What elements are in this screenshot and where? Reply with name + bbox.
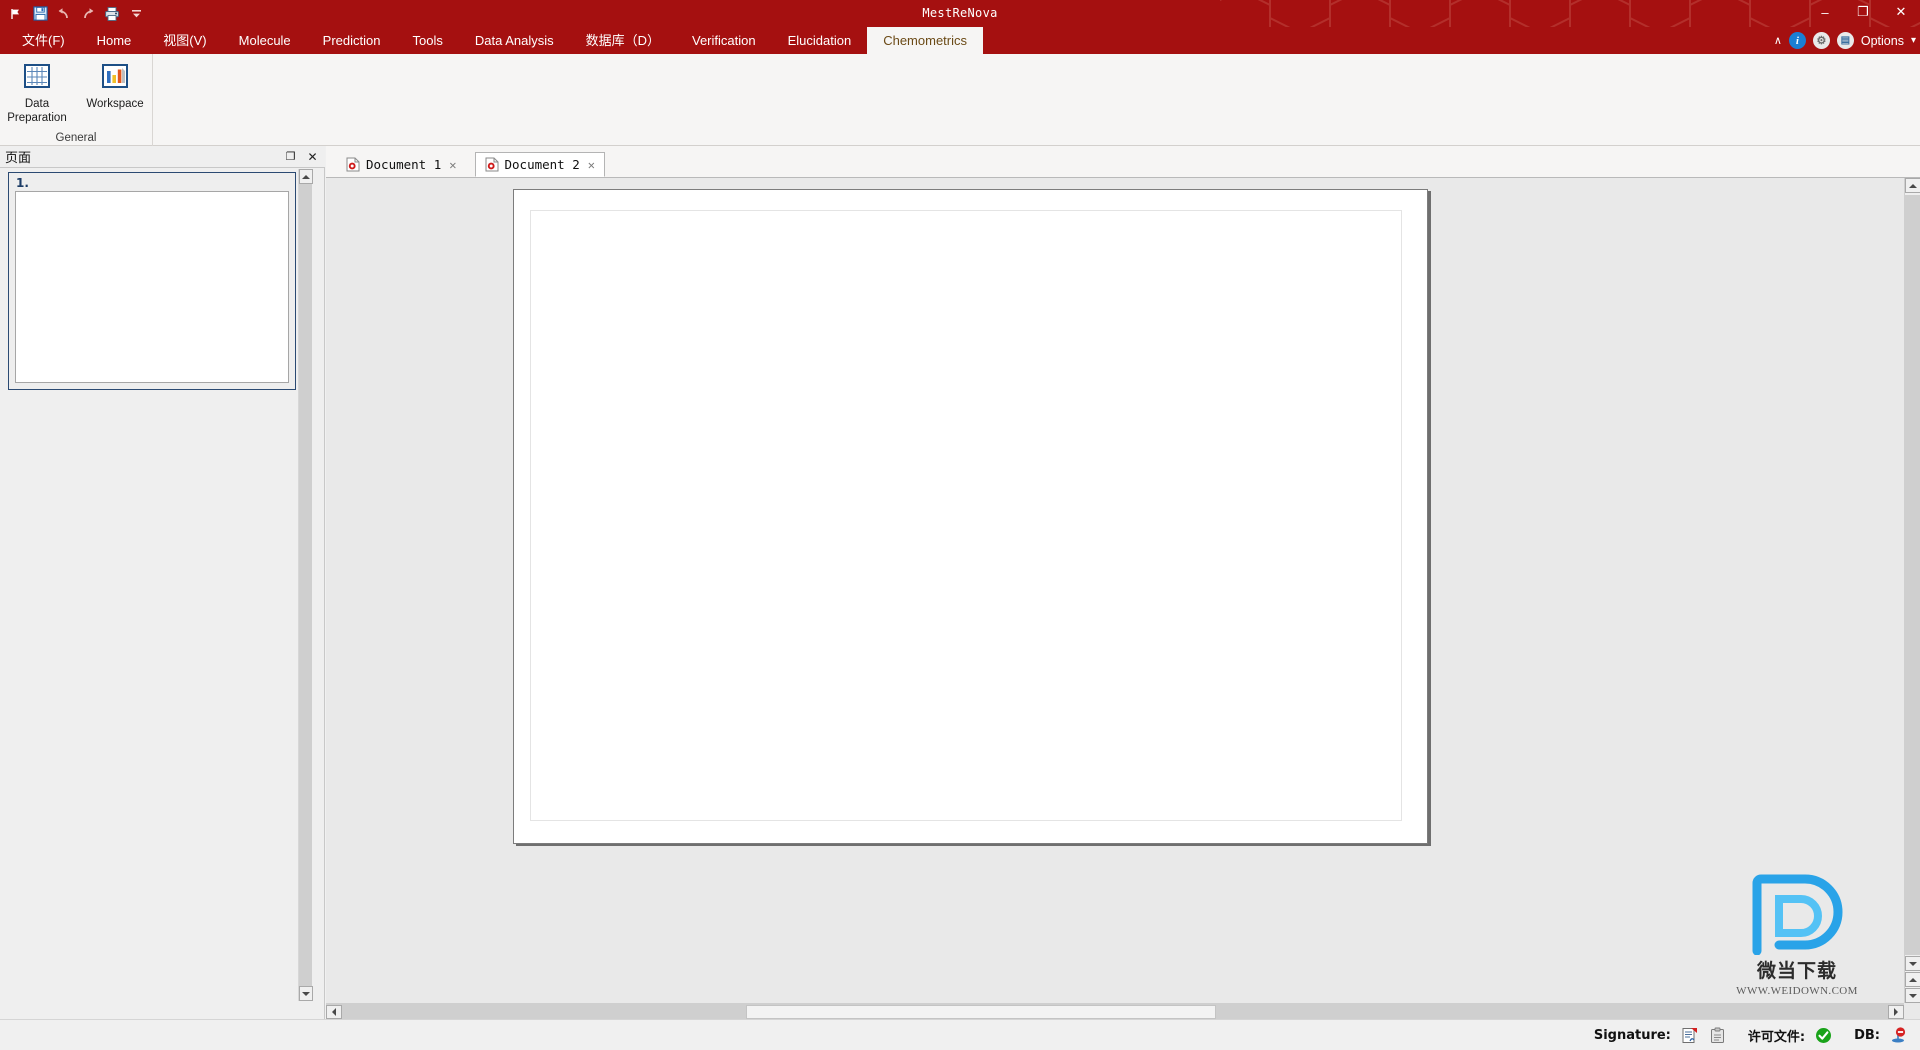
scroll-down-arrow-icon[interactable] [299,986,313,1001]
pages-panel: 页面 ❐ ✕ 1. [0,146,325,1019]
quick-access-toolbar [0,0,148,27]
workspace: 页面 ❐ ✕ 1. Document 1 ✕ Document 2 ✕ 微当下载… [0,146,1920,1019]
tab-verification[interactable]: Verification [676,27,772,54]
weidown-logo-icon [1752,874,1843,956]
mnova-flag-icon[interactable] [4,2,28,26]
document-tab-2-label: Document 2 [504,157,580,172]
title-bar: MestReNova – ❐ ✕ [0,0,1920,27]
tab-view[interactable]: 视图(V) [147,27,222,54]
page-content-area[interactable] [530,210,1402,821]
signature-label: Signature: [1593,1027,1671,1043]
canvas-scroll-up-icon[interactable] [1905,178,1920,193]
workspace-button[interactable]: Workspace [84,62,146,111]
document-icon [485,157,499,172]
tab-tools[interactable]: Tools [396,27,458,54]
restore-button[interactable]: ❐ [1844,0,1882,24]
canvas-vscroll-track[interactable] [1905,195,1920,955]
bar-chart-icon [101,62,129,94]
chevron-down-icon[interactable]: ▾ [1911,35,1916,46]
minimize-button[interactable]: – [1806,0,1844,24]
tab-database[interactable]: 数据库（D） [570,27,676,54]
tab-elucidation[interactable]: Elucidation [772,27,868,54]
watermark-name: 微当下载 [1756,960,1837,982]
db-disconnected-icon[interactable] [1889,1026,1908,1045]
info-icon[interactable]: i [1788,32,1806,49]
tab-molecule[interactable]: Molecule [223,27,307,54]
tab-chemometrics[interactable]: Chemometrics [867,27,983,54]
data-preparation-button[interactable]: Data Preparation [6,62,68,125]
tab-prediction[interactable]: Prediction [307,27,397,54]
next-page-icon[interactable] [1905,988,1920,1003]
document-canvas[interactable]: 微当下载 WWW.WEIDOWN.COM [326,177,1920,1019]
table-grid-icon [23,62,51,94]
document-icon [346,157,360,172]
gear-icon[interactable]: ⚙ [1812,32,1830,49]
document-tab-strip: Document 1 ✕ Document 2 ✕ [326,150,1920,177]
watermark: 微当下载 WWW.WEIDOWN.COM [1722,873,1872,997]
page-thumbnail-sheet [15,191,289,383]
canvas-scroll-right-icon[interactable] [1888,1004,1904,1019]
tab-data-analysis[interactable]: Data Analysis [459,27,570,54]
save-icon[interactable] [28,2,52,26]
customize-qat-icon[interactable] [124,2,148,26]
page-thumbnail-list[interactable]: 1. [0,169,306,1001]
collapse-ribbon-icon[interactable]: ∧ [1774,34,1782,47]
data-preparation-label-line1: Data [24,98,50,110]
undo-icon[interactable] [52,2,76,26]
watermark-url: WWW.WEIDOWN.COM [1736,985,1858,997]
ribbon-group-label-general: General [55,132,97,144]
signature-clipboard-icon[interactable] [1708,1026,1727,1045]
canvas-hscroll-thumb[interactable] [746,1005,1216,1019]
ribbon-tab-strip: 文件(F) Home 视图(V) Molecule Prediction Too… [0,27,1920,54]
pages-panel-close-icon[interactable]: ✕ [306,150,319,164]
db-label: DB: [1854,1027,1880,1043]
canvas-scroll-down-icon[interactable] [1905,956,1920,971]
data-preparation-label-line2: Preparation [7,112,67,124]
tab-home[interactable]: Home [81,27,148,54]
options-button[interactable]: Options [1861,34,1904,48]
pages-panel-header: 页面 ❐ ✕ [0,146,325,168]
sign-document-icon[interactable] [1680,1026,1699,1045]
print-icon[interactable] [100,2,124,26]
document-tab-1-close-icon[interactable]: ✕ [449,158,456,172]
ribbon-group-general: Data Preparation Workspace General [0,54,153,146]
manual-icon[interactable]: ▤ [1836,32,1854,49]
page-sheet[interactable] [513,189,1428,844]
license-ok-icon[interactable] [1814,1026,1833,1045]
document-area: Document 1 ✕ Document 2 ✕ 微当下载 WWW.WEIDO… [326,146,1920,1019]
license-label: 许可文件: [1747,1029,1806,1045]
pages-panel-float-icon[interactable]: ❐ [284,150,297,163]
window-controls: – ❐ ✕ [1806,0,1920,27]
scroll-up-arrow-icon[interactable] [299,169,313,184]
close-button[interactable]: ✕ [1882,0,1920,24]
document-tab-1-label: Document 1 [366,157,442,172]
redo-icon[interactable] [76,2,100,26]
canvas-horizontal-scrollbar[interactable] [326,1003,1904,1019]
document-tab-2[interactable]: Document 2 ✕ [474,152,605,177]
ribbon-body: Data Preparation Workspace General [0,54,1920,146]
page-thumbnail-1[interactable]: 1. [8,172,296,390]
previous-page-icon[interactable] [1905,972,1920,987]
canvas-scroll-left-icon[interactable] [326,1004,342,1019]
tab-file[interactable]: 文件(F) [6,27,81,54]
document-tab-2-close-icon[interactable]: ✕ [588,158,595,172]
document-tab-1[interactable]: Document 1 ✕ [336,152,467,177]
pages-panel-title: 页面 [5,151,32,166]
ribbon-right-controls: ∧ i ⚙ ▤ Options ▾ [1774,27,1916,54]
canvas-vertical-scrollbar[interactable] [1904,178,1920,1003]
status-bar: Signature: 许可文件: DB: [0,1019,1920,1050]
workspace-label: Workspace [86,98,144,110]
pages-panel-vertical-scrollbar[interactable] [298,169,313,1001]
page-number-label: 1. [16,176,29,190]
